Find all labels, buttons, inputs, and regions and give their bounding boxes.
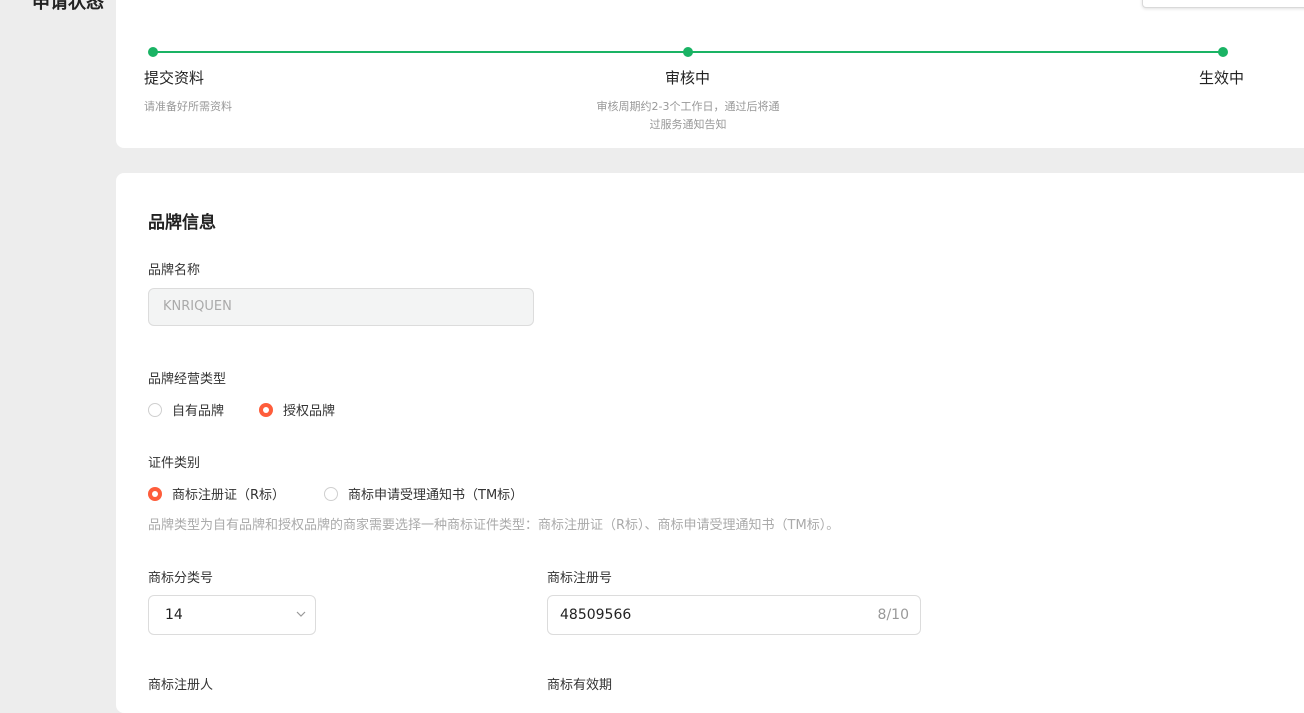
trademark-class-label: 商标分类号 <box>148 571 214 586</box>
trademark-registrant-label: 商标注册人 <box>148 678 214 693</box>
radio-own-brand[interactable]: 自有品牌 <box>148 400 224 419</box>
cert-type-label: 证件类别 <box>148 456 201 471</box>
brand-type-label: 品牌经营类型 <box>148 372 227 387</box>
radio-circle-own <box>148 402 162 417</box>
brand-name-input: KNRIQUEN <box>148 288 534 326</box>
corner-popup <box>1142 0 1304 8</box>
char-counter: 8/10 <box>877 607 909 623</box>
brand-name-label: 品牌名称 <box>148 263 201 278</box>
radio-own-brand-label: 自有品牌 <box>172 404 225 419</box>
radio-circle-tm <box>324 486 338 501</box>
step-label-submit: 提交资料 <box>144 69 205 87</box>
radio-tm-mark-label: 商标申请受理通知书（TM标） <box>348 488 524 503</box>
step-desc-review-line1: 审核周期约2-3个工作日，通过后将通 <box>596 100 780 113</box>
radio-r-mark-label: 商标注册证（R标） <box>172 488 286 503</box>
radio-authorized-brand-label: 授权品牌 <box>283 404 336 419</box>
brand-section-title: 品牌信息 <box>148 213 216 233</box>
step-dot-active <box>1218 47 1228 57</box>
step-desc-review-line2: 过服务通知告知 <box>649 118 727 131</box>
trademark-reg-no-input[interactable]: 48509566 8/10 <box>547 595 921 635</box>
step-desc-review: 审核周期约2-3个工作日，通过后将通 过服务通知告知 <box>588 98 788 134</box>
trademark-class-value: 14 <box>165 607 183 623</box>
radio-circle-r <box>148 486 162 501</box>
chevron-down-icon <box>296 611 306 617</box>
step-desc-submit: 请准备好所需资料 <box>144 100 232 113</box>
cert-hint: 品牌类型为自有品牌和授权品牌的商家需要选择一种商标证件类型：商标注册证（R标）、… <box>148 518 840 533</box>
step-label-active: 生效中 <box>1199 69 1245 87</box>
step-label-review: 审核中 <box>665 69 711 87</box>
radio-circle-authorized <box>259 402 273 417</box>
status-title: 申请状态 <box>32 0 104 13</box>
step-dot-submit <box>148 47 158 57</box>
trademark-class-select[interactable]: 14 <box>148 595 316 635</box>
radio-authorized-brand[interactable]: 授权品牌 <box>259 400 335 419</box>
step-dot-review <box>683 47 693 57</box>
trademark-reg-no-label: 商标注册号 <box>547 571 613 586</box>
trademark-validity-label: 商标有效期 <box>547 678 613 693</box>
radio-r-mark[interactable]: 商标注册证（R标） <box>148 484 285 503</box>
radio-tm-mark[interactable]: 商标申请受理通知书（TM标） <box>324 484 523 503</box>
trademark-reg-no-value: 48509566 <box>560 607 632 623</box>
